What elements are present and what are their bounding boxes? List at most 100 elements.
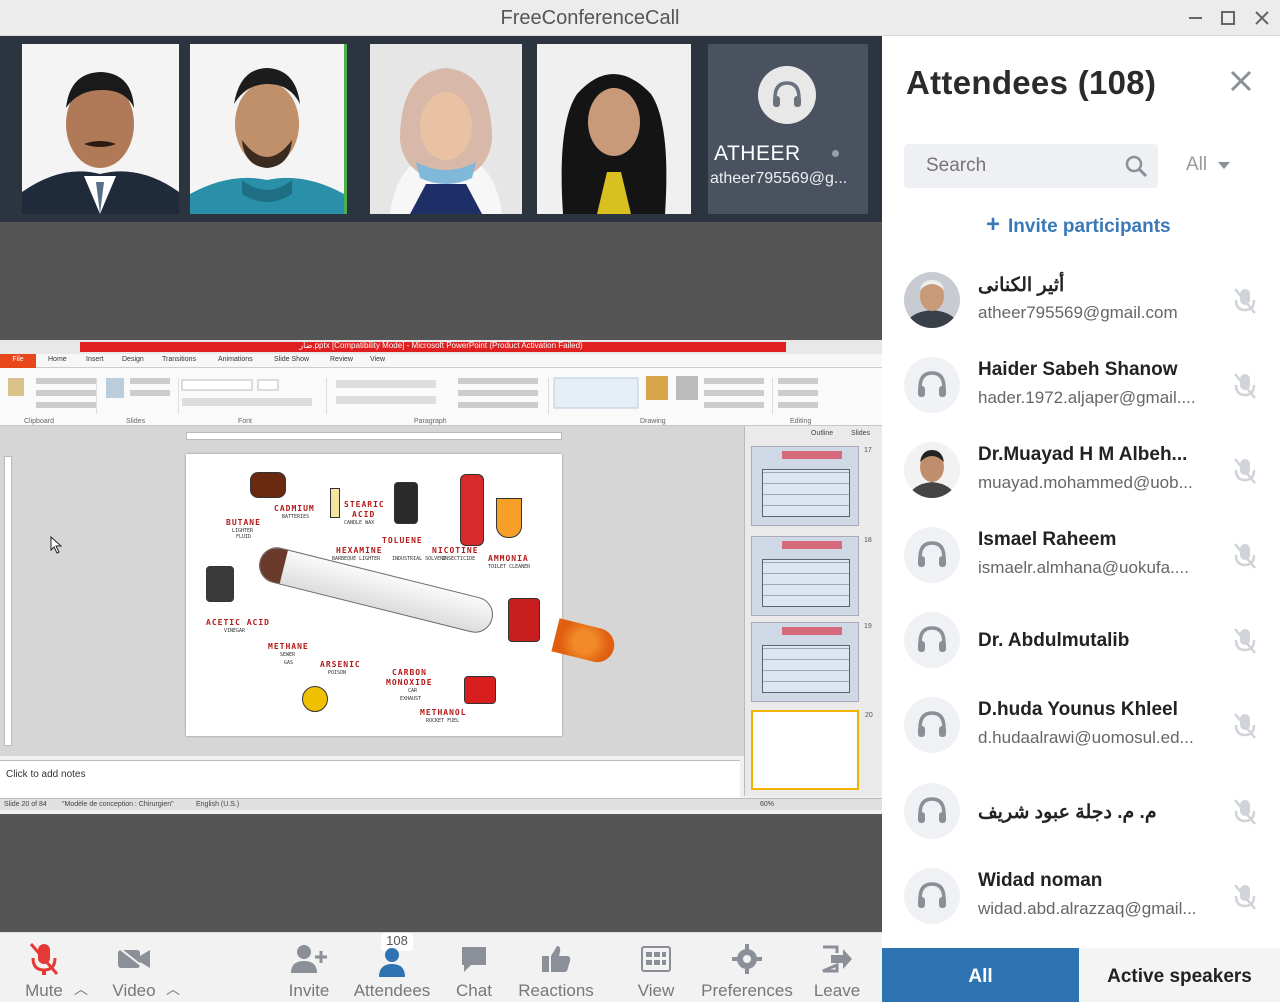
invite-participants-link[interactable]: + Invite participants xyxy=(986,211,1171,239)
audio-tile[interactable]: ATHEER atheer795569@g... xyxy=(708,44,868,214)
video-tile[interactable] xyxy=(537,44,691,214)
video-tile[interactable] xyxy=(190,44,347,214)
flask-illustration xyxy=(496,498,522,538)
slide-thumbnail[interactable]: 18 xyxy=(751,536,872,616)
attendee-row[interactable]: أثير الكنانى atheer795569@gmail.com xyxy=(882,258,1280,343)
slide-thumbnail[interactable]: 17 xyxy=(751,446,872,526)
microphone-muted-icon xyxy=(1234,884,1256,910)
status-theme: "Modèle de conception : Chirurgien" xyxy=(62,801,174,808)
headset-icon xyxy=(773,81,801,107)
meeting-toolbar: Mute ︿ Video ︿ Invite 108 Attendees Chat… xyxy=(0,932,882,1002)
attendees-button[interactable]: Attendees xyxy=(350,933,434,1003)
participant-email: atheer795569@g... xyxy=(710,170,848,187)
slide-label: ACID xyxy=(352,510,376,519)
slide-label: GAS xyxy=(284,660,294,666)
maximize-button[interactable] xyxy=(1213,4,1243,32)
attendee-name: Widad noman xyxy=(978,870,1103,891)
ppt-tab: Insert xyxy=(86,356,104,363)
attendee-row[interactable]: D.huda Younus Khleel d.hudaalrawi@uomosu… xyxy=(882,683,1280,768)
slide-label: TOLUENE xyxy=(382,536,423,545)
attendee-row[interactable]: Ismael Raheem ismaelr.almhana@uokufa.... xyxy=(882,513,1280,598)
slide-label: METHANE xyxy=(268,642,309,651)
paint-can-illustration xyxy=(508,598,540,642)
tab-all[interactable]: All xyxy=(882,948,1079,1002)
ppt-group-label: Font xyxy=(238,418,253,425)
attendee-name: Ismael Raheem xyxy=(978,529,1117,550)
panel-title: Attendees (108) xyxy=(906,64,1157,101)
ppt-status-bar: Slide 20 of 84 "Modèle de conception : C… xyxy=(0,798,882,810)
slide-label: EXHAUST xyxy=(400,696,422,702)
mute-button[interactable]: Mute xyxy=(18,933,70,1003)
current-slide[interactable]: CADMIUM BATTERIES STEARIC ACID CANDLE WA… xyxy=(186,454,618,736)
microphone-muted-icon xyxy=(1234,713,1256,739)
attendee-row[interactable]: Haider Sabeh Shanow hader.1972.aljaper@g… xyxy=(882,343,1280,428)
leave-button[interactable]: Leave xyxy=(812,933,862,1003)
window-title: FreeConferenceCall xyxy=(500,7,680,29)
attendee-row[interactable]: م. م. دجلة عبود شريف xyxy=(882,769,1280,854)
attendee-row[interactable]: Dr.Muayad H M Albeh... muayad.mohammed@u… xyxy=(882,428,1280,513)
leave-label: Leave xyxy=(813,981,861,1000)
attendee-email: hader.1972.aljaper@gmail.... xyxy=(978,388,1196,407)
outline-tab[interactable]: Outline xyxy=(811,430,833,437)
avatar xyxy=(904,612,960,668)
attendee-email: muayad.mohammed@uob... xyxy=(978,473,1193,492)
close-icon xyxy=(1255,11,1269,25)
filter-dropdown[interactable]: All xyxy=(1186,154,1231,176)
solvent-bottle-illustration xyxy=(394,482,418,524)
attendee-name: أثير الكنانى xyxy=(978,275,1065,296)
horizontal-ruler xyxy=(186,432,562,440)
attendee-row[interactable]: Widad noman widad.abd.alrazzaq@gmail... xyxy=(882,854,1280,939)
avatar xyxy=(904,272,960,328)
status-dot xyxy=(832,150,839,157)
ppt-ribbon-tabs: File Home Insert Design Transitions Anim… xyxy=(0,354,882,368)
thumbs-up-icon xyxy=(542,946,571,972)
shared-screen[interactable]: ضار.pptx [Compatibility Mode] - Microsof… xyxy=(0,340,882,814)
slide-label: BATTERIES xyxy=(282,514,310,520)
view-button[interactable]: View xyxy=(632,933,680,1003)
video-tile[interactable] xyxy=(370,44,522,214)
slide-thumbnail-selected[interactable]: 20 xyxy=(751,710,873,790)
video-options-chevron-icon[interactable]: ︿ xyxy=(166,979,180,999)
attendee-row[interactable]: Dr. Abdulmutalib xyxy=(882,598,1280,683)
video-button[interactable]: Video xyxy=(108,933,160,1003)
slide-thumbnail[interactable]: 19 xyxy=(751,622,872,702)
ppt-tab: Transitions xyxy=(162,356,196,363)
ppt-group-label: Editing xyxy=(790,418,812,425)
slides-tab[interactable]: Slides xyxy=(851,430,870,437)
attendees-label: Attendees xyxy=(353,981,431,1000)
attendee-name: م. م. دجلة عبود شريف xyxy=(978,802,1157,823)
slide-label: FLUID xyxy=(236,534,252,540)
fuel-can-illustration xyxy=(464,676,496,704)
video-camera-icon xyxy=(118,947,150,971)
slide-label: CADMIUM xyxy=(274,504,315,513)
invite-button[interactable]: Invite xyxy=(284,933,334,1003)
participant-photo xyxy=(22,44,179,214)
search-input[interactable] xyxy=(904,144,1114,188)
gear-icon xyxy=(732,944,762,974)
ppt-title-bar: ضار.pptx [Compatibility Mode] - Microsof… xyxy=(0,340,882,354)
ppt-tab: Design xyxy=(122,356,144,363)
video-strip: ATHEER atheer795569@g... xyxy=(0,36,882,222)
ppt-group-label: Paragraph xyxy=(414,418,447,425)
video-label: Video xyxy=(112,981,156,1000)
close-window-button[interactable] xyxy=(1247,4,1277,32)
chat-bubble-icon xyxy=(462,947,486,972)
ppt-tab: Animations xyxy=(218,356,253,363)
avatar xyxy=(904,868,960,924)
invite-participants-label: Invite participants xyxy=(1008,216,1171,237)
ppt-tab-file: File xyxy=(0,354,36,368)
notes-pane[interactable]: Click to add notes xyxy=(0,760,740,800)
video-tile[interactable] xyxy=(22,44,179,214)
close-panel-button[interactable] xyxy=(1226,66,1256,96)
preferences-button[interactable]: Preferences xyxy=(698,933,796,1003)
chat-button[interactable]: Chat xyxy=(452,933,496,1003)
reactions-button[interactable]: Reactions xyxy=(514,933,598,1003)
view-label: View xyxy=(637,981,675,1000)
headset-avatar xyxy=(758,66,816,124)
tab-active-speakers[interactable]: Active speakers xyxy=(1079,948,1280,1002)
microphone-muted-icon xyxy=(1234,458,1256,484)
mute-options-chevron-icon[interactable]: ︿ xyxy=(74,979,88,999)
minimize-button[interactable] xyxy=(1180,4,1210,32)
insecticide-can-illustration xyxy=(460,474,484,546)
mouse-cursor-icon xyxy=(50,536,62,554)
